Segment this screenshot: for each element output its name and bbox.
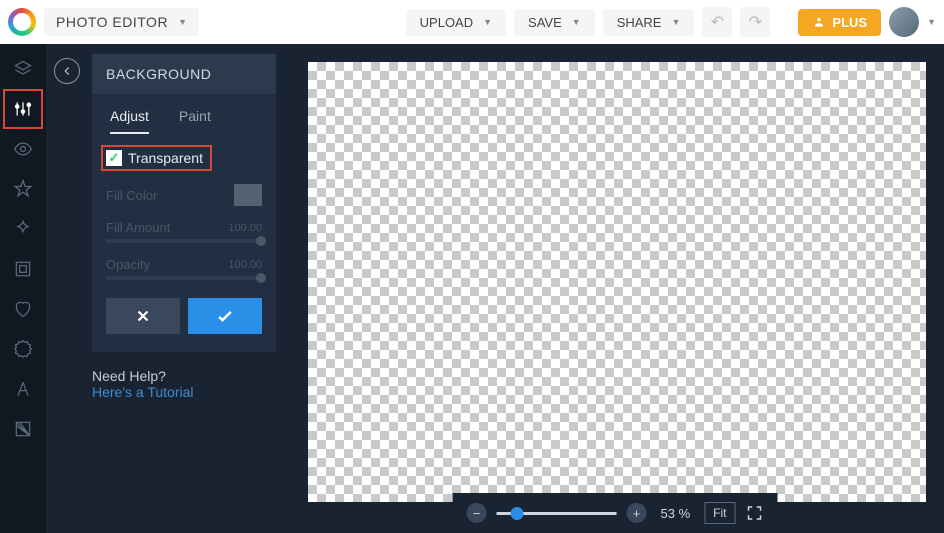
opacity-value: 100.00: [228, 259, 262, 271]
text-icon[interactable]: [12, 378, 34, 400]
zoom-thumb[interactable]: [511, 507, 524, 520]
frame-icon[interactable]: [12, 258, 34, 280]
zoom-bar: − + 53 % Fit: [453, 493, 778, 533]
tab-adjust[interactable]: Adjust: [110, 108, 149, 134]
fullscreen-icon: [745, 504, 763, 522]
tab-paint[interactable]: Paint: [179, 108, 211, 134]
plus-label: PLUS: [832, 15, 867, 30]
opacity-label: Opacity: [106, 257, 150, 272]
opacity-slider[interactable]: [106, 276, 262, 280]
fill-amount-slider[interactable]: [106, 239, 262, 243]
caret-down-icon: ▼: [671, 17, 680, 27]
save-label: SAVE: [528, 15, 562, 30]
texture-icon[interactable]: [12, 418, 34, 440]
app-logo[interactable]: [8, 8, 36, 36]
layers-icon[interactable]: [12, 58, 34, 80]
caret-down-icon: ▼: [927, 17, 936, 27]
panel-tabs: Adjust Paint: [106, 108, 262, 134]
crown-icon: [812, 15, 826, 29]
fullscreen-button[interactable]: [745, 504, 763, 522]
panel-title: BACKGROUND: [92, 54, 276, 94]
zoom-in-button[interactable]: +: [627, 503, 647, 523]
effects-icon[interactable]: [12, 218, 34, 240]
undo-button[interactable]: ↶: [702, 7, 732, 37]
badge-icon[interactable]: [12, 338, 34, 360]
caret-down-icon: ▼: [572, 17, 581, 27]
fill-color-label: Fill Color: [106, 188, 157, 203]
check-icon: [215, 306, 235, 326]
transparent-row: ✓ Transparent: [106, 150, 207, 166]
app-title-text: PHOTO EDITOR: [56, 14, 168, 30]
fill-amount-label: Fill Amount: [106, 220, 170, 235]
redo-button[interactable]: ↷: [740, 7, 770, 37]
cancel-button[interactable]: [106, 298, 180, 334]
upload-label: UPLOAD: [420, 15, 473, 30]
help-question: Need Help?: [92, 368, 286, 384]
eye-icon[interactable]: [12, 138, 34, 160]
canvas-area: − + 53 % Fit: [286, 44, 944, 533]
fit-button[interactable]: Fit: [704, 502, 735, 524]
zoom-value: 53 %: [661, 506, 691, 521]
caret-down-icon: ▼: [178, 17, 187, 27]
help-tutorial-link[interactable]: Here's a Tutorial: [92, 384, 286, 400]
save-button[interactable]: SAVE ▼: [514, 9, 595, 36]
fill-amount-value: 100.00: [228, 222, 262, 234]
apply-button[interactable]: [188, 298, 262, 334]
zoom-slider[interactable]: [497, 512, 617, 515]
transparent-checkbox[interactable]: ✓: [106, 150, 122, 166]
heart-icon[interactable]: [12, 298, 34, 320]
share-label: SHARE: [617, 15, 662, 30]
back-button[interactable]: [54, 58, 80, 84]
upgrade-plus-button[interactable]: PLUS: [798, 9, 881, 36]
star-icon[interactable]: [12, 178, 34, 200]
side-panel: BACKGROUND Adjust Paint ✓ Transparent Fi…: [46, 44, 286, 533]
transparent-label: Transparent: [128, 150, 203, 166]
zoom-out-button[interactable]: −: [467, 503, 487, 523]
left-tool-rail: [0, 44, 46, 533]
x-icon: [134, 307, 152, 325]
caret-down-icon: ▼: [483, 17, 492, 27]
share-button[interactable]: SHARE ▼: [603, 9, 695, 36]
app-title-dropdown[interactable]: PHOTO EDITOR ▼: [44, 8, 199, 36]
canvas[interactable]: [308, 62, 926, 502]
upload-button[interactable]: UPLOAD ▼: [406, 9, 506, 36]
user-avatar[interactable]: [889, 7, 919, 37]
fill-color-swatch[interactable]: [234, 184, 262, 206]
arrow-left-icon: [60, 64, 74, 78]
adjust-sliders-icon[interactable]: [12, 98, 34, 120]
top-bar: PHOTO EDITOR ▼ UPLOAD ▼ SAVE ▼ SHARE ▼ ↶…: [0, 0, 944, 44]
